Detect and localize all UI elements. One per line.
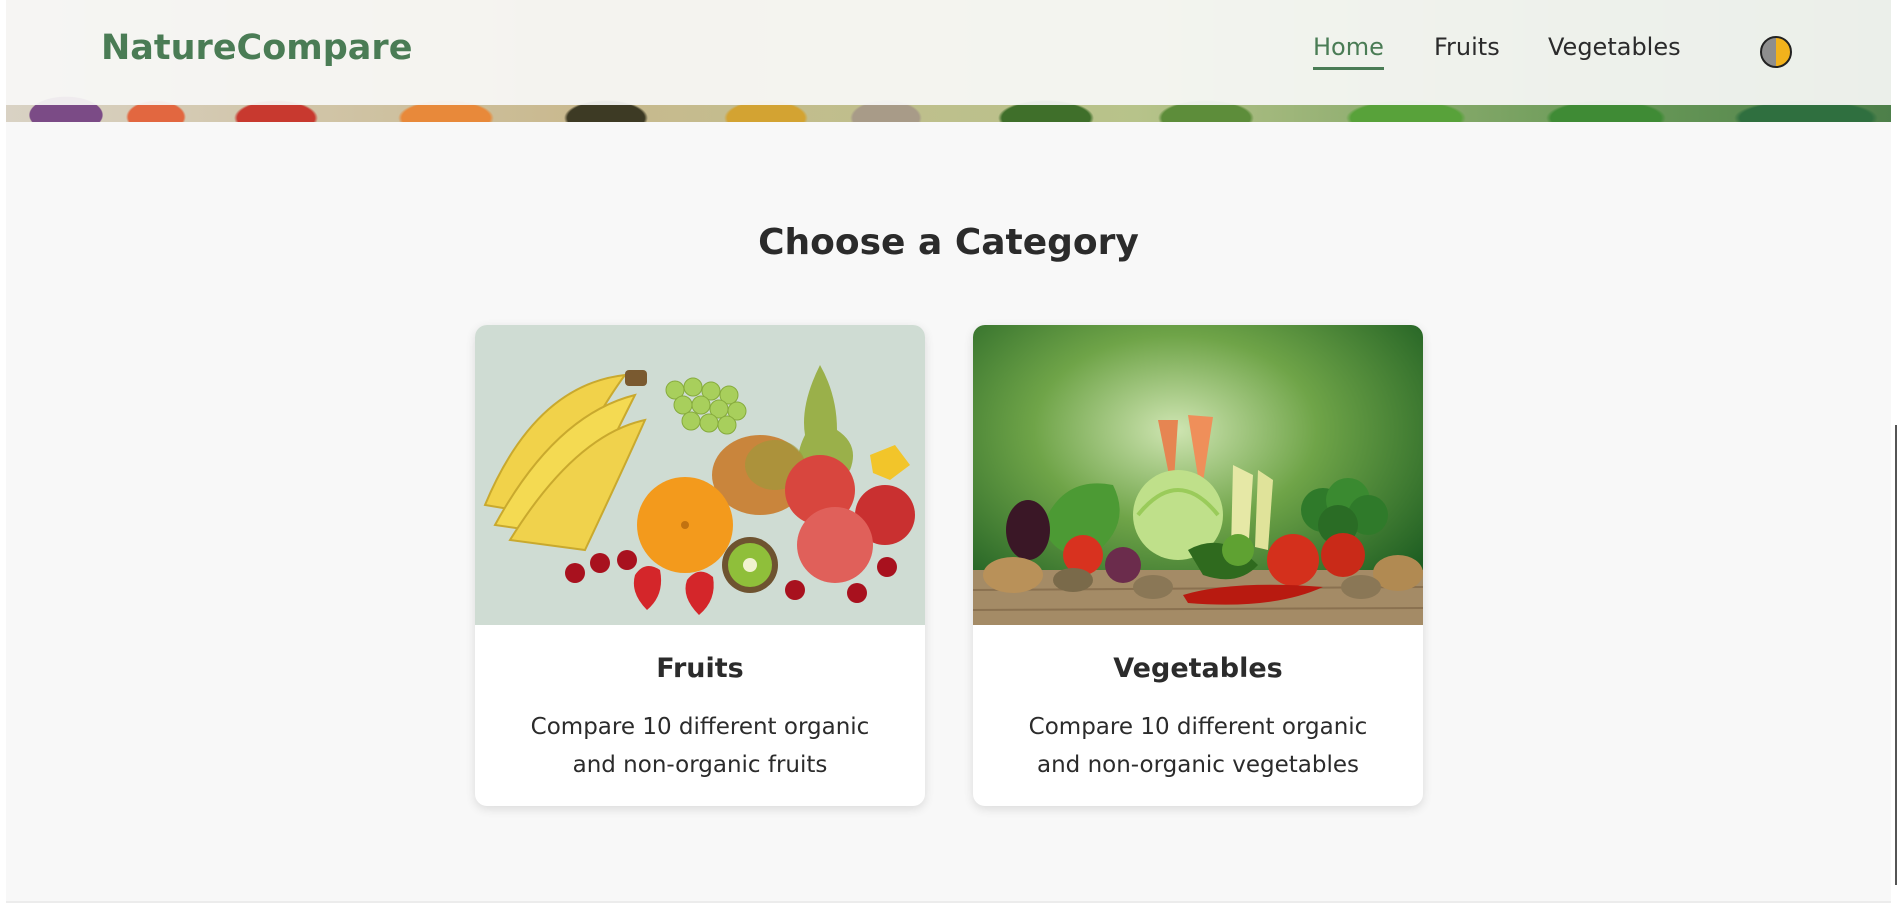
vegetable-assortment-image <box>973 325 1423 625</box>
nav-link-fruits[interactable]: Fruits <box>1434 33 1500 67</box>
page-title: Choose a Category <box>758 222 1139 263</box>
card-description: Compare 10 different organic and non-org… <box>1028 714 1368 778</box>
main-nav: Home Fruits Vegetables <box>6 33 1891 73</box>
category-card-vegetables[interactable]: Vegetables Compare 10 different organic … <box>973 325 1423 806</box>
card-description: Compare 10 different organic and non-org… <box>530 714 870 778</box>
theme-toggle-icon[interactable] <box>1760 36 1792 68</box>
fruit-assortment-image <box>475 325 925 625</box>
nav-link-vegetables[interactable]: Vegetables <box>1548 33 1681 67</box>
nav-link-home[interactable]: Home <box>1313 33 1384 70</box>
card-title: Vegetables <box>1113 653 1283 684</box>
category-card-fruits[interactable]: Fruits Compare 10 different organic and … <box>475 325 925 806</box>
card-title: Fruits <box>656 653 744 684</box>
page-frame: NatureCompare Home Fruits Vegetables Cho… <box>6 0 1891 903</box>
navbar: NatureCompare Home Fruits Vegetables <box>6 0 1891 105</box>
